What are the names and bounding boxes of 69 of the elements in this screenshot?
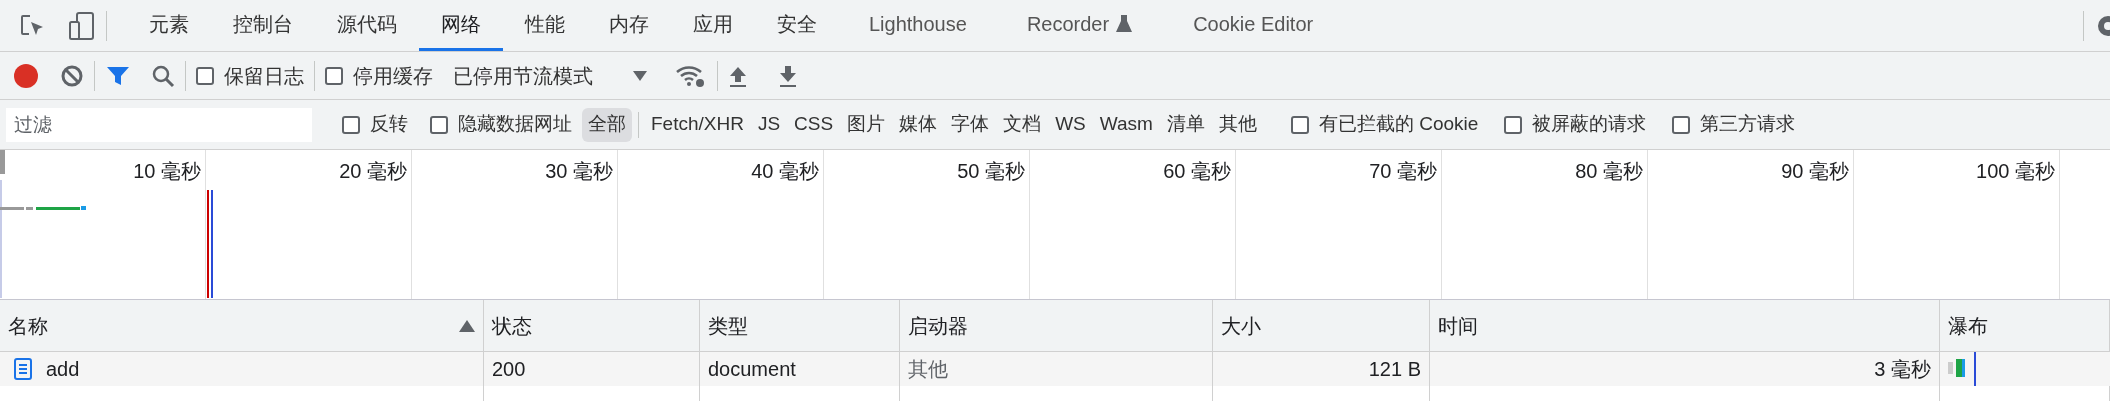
dropdown-arrow-icon — [633, 70, 647, 81]
column-header[interactable]: 启动器 — [900, 300, 1213, 351]
checkbox[interactable] — [325, 66, 343, 85]
checkbox-label: 第三方请求 — [1700, 112, 1796, 137]
timeline-tick-label: 50 毫秒 — [957, 159, 1025, 184]
device-toolbar-icon[interactable] — [68, 10, 96, 41]
column-header[interactable]: 状态 — [484, 300, 700, 351]
request-row[interactable]: add 200 document 其他 121 B 3 毫秒 — [0, 352, 2110, 386]
table-cell-text: 200 — [492, 357, 526, 382]
timeline-tick-label: 90 毫秒 — [1781, 159, 1849, 184]
search-icon[interactable] — [151, 63, 175, 88]
column-header[interactable]: 名称 — [0, 300, 484, 351]
type-filter-button[interactable]: 字体 — [945, 107, 996, 142]
panel-tab[interactable]: Recorder — [996, 0, 1164, 51]
panel-tab[interactable]: 元素 — [127, 0, 211, 51]
panel-tab[interactable]: 应用 — [671, 0, 755, 51]
type-filter-button[interactable]: Fetch/XHR — [645, 107, 750, 142]
type-filter-button[interactable]: Wasm — [1093, 107, 1159, 142]
timeline-tick-label: 100 毫秒 — [1976, 159, 2055, 184]
table-cell-text: document — [708, 357, 796, 382]
throttling-dropdown[interactable]: 已停用节流模式 — [453, 60, 647, 91]
table-cell-text: 3 毫秒 — [1874, 357, 1931, 382]
timeline-tick-label: 40 毫秒 — [751, 159, 819, 184]
column-header[interactable]: 瀑布 — [1940, 300, 2110, 351]
checkbox[interactable] — [1290, 115, 1309, 134]
type-filter-button[interactable]: WS — [1049, 107, 1092, 142]
type-filter-button[interactable]: 其他 — [1212, 107, 1263, 142]
panel-tab[interactable]: 安全 — [755, 0, 839, 51]
timeline-tick-label: 20 毫秒 — [339, 159, 407, 184]
checkbox[interactable] — [342, 115, 360, 134]
timeline-tick-label: 70 毫秒 — [1369, 159, 1437, 184]
checkbox-label: 被屏蔽的请求 — [1532, 112, 1647, 137]
panel-tab[interactable]: Cookie Editor — [1163, 0, 1344, 51]
timeline-tick-label: 30 毫秒 — [545, 159, 613, 184]
filter-field[interactable]: 过滤 — [6, 107, 312, 142]
panel-tab[interactable]: 内存 — [587, 0, 671, 51]
checkbox-label: 停用缓存 — [353, 63, 433, 89]
document-icon — [14, 358, 32, 380]
type-filter-button[interactable]: 图片 — [841, 107, 892, 142]
panel-tab[interactable]: Lighthouse — [839, 0, 997, 51]
checkbox-label: 保留日志 — [224, 63, 304, 89]
type-filter-button[interactable]: 媒体 — [893, 107, 944, 142]
timeline-tick-label: 80 毫秒 — [1575, 159, 1643, 184]
record-button[interactable] — [14, 63, 38, 88]
table-cell-text: add — [46, 357, 80, 382]
checkbox[interactable] — [1672, 115, 1691, 134]
table-cell-text: 其他 — [908, 357, 948, 382]
panel-tab[interactable]: 控制台 — [211, 0, 315, 51]
timeline-tick-label: 60 毫秒 — [1163, 159, 1231, 184]
checkbox-label: 反转 — [370, 112, 408, 137]
type-filter-button[interactable]: JS — [751, 107, 787, 142]
type-filter-button[interactable]: 全部 — [582, 107, 632, 142]
type-filter-button[interactable]: CSS — [788, 107, 840, 142]
checkbox[interactable] — [1504, 115, 1523, 134]
timeline-tick-label: 10 毫秒 — [133, 159, 201, 184]
column-header[interactable]: 类型 — [700, 300, 900, 351]
panel-tab[interactable]: 源代码 — [315, 0, 419, 51]
column-header[interactable]: 时间 — [1430, 300, 1940, 351]
panel-tab[interactable]: 性能 — [503, 0, 587, 51]
download-icon[interactable] — [778, 63, 798, 88]
checkbox-label: 有已拦截的 Cookie — [1318, 112, 1479, 137]
checkbox[interactable] — [430, 115, 448, 134]
column-header[interactable]: 大小 — [1213, 300, 1430, 351]
type-filter-button[interactable]: 文档 — [997, 107, 1048, 142]
checkbox-label: 隐藏数据网址 — [458, 112, 572, 137]
type-filter-button[interactable]: 清单 — [1160, 107, 1211, 142]
clear-icon[interactable] — [60, 63, 84, 88]
checkbox[interactable] — [196, 66, 214, 85]
table-cell-text: 121 B — [1368, 357, 1421, 382]
